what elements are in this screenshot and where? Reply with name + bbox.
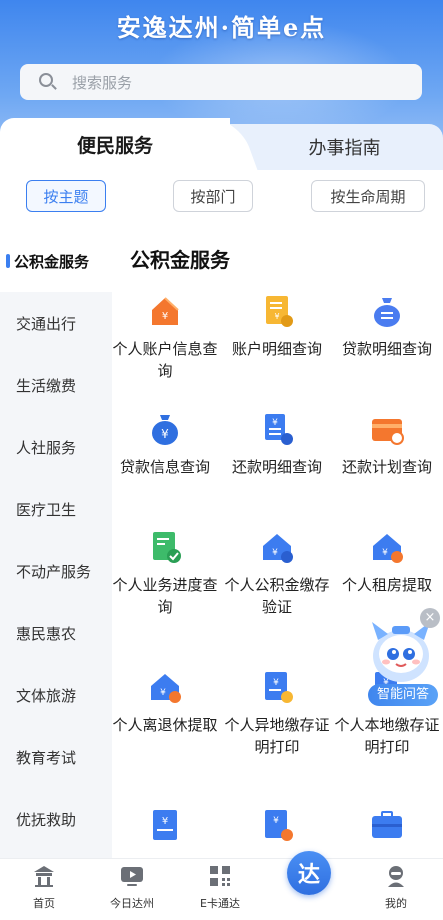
sidebar-item-transport[interactable]: 交通出行 xyxy=(0,292,112,354)
main-tabs: 办事指南 便民服务 xyxy=(0,118,443,170)
moneybag-yuan-icon: ¥ xyxy=(152,415,178,445)
section-title: 公积金服务 xyxy=(130,248,230,272)
sidebar-item-medical[interactable]: 医疗卫生 xyxy=(0,478,112,540)
briefcase-icon xyxy=(372,811,402,838)
tab-guide[interactable]: 办事指南 xyxy=(230,124,443,170)
user-profile-icon xyxy=(388,866,404,887)
receipt-icon: ¥ xyxy=(266,296,293,327)
doc-yuan-icon: ¥ xyxy=(153,810,177,840)
service-label: 个人异地缴存证明打印 xyxy=(224,716,330,756)
sidebar-item-relief[interactable]: 优抚救助 xyxy=(0,788,112,850)
slogan: 安逸达州·简单e点 xyxy=(116,13,327,42)
sidebar-item-real-estate[interactable]: 不动产服务 xyxy=(0,540,112,602)
service-item[interactable]: ¥ 还款明细查询 xyxy=(222,410,332,478)
service-label: 还款计划查询 xyxy=(341,458,432,476)
nav-center-button[interactable]: 达 xyxy=(287,851,331,895)
house-verify-icon: ¥ xyxy=(263,534,293,563)
repay-detail-icon: ¥ xyxy=(265,414,293,445)
doc-print-icon: ¥ xyxy=(265,672,293,703)
svg-text:¥: ¥ xyxy=(273,678,279,688)
tab-services-label: 便民服务 xyxy=(76,134,153,157)
svg-text:¥: ¥ xyxy=(272,418,278,428)
service-item[interactable]: ¥ xyxy=(222,806,332,852)
service-label: 个人公积金缴存验证 xyxy=(224,576,330,616)
search-icon xyxy=(38,72,58,92)
service-item[interactable]: ¥ 个人异地缴存证明打印 xyxy=(222,668,332,758)
service-item[interactable]: ¥ 个人账户信息查询 xyxy=(110,292,220,382)
house-yuan-icon: ¥ xyxy=(152,297,179,325)
doc-check-icon xyxy=(153,532,181,563)
service-item[interactable]: 贷款明细查询 xyxy=(332,292,442,360)
tab-services[interactable]: 便民服务 xyxy=(0,118,230,170)
service-item[interactable]: ¥ 个人公积金缴存验证 xyxy=(222,528,332,618)
svg-text:¥: ¥ xyxy=(161,427,169,441)
sidebar-item-culture-tourism[interactable]: 文体旅游 xyxy=(0,664,112,726)
svg-text:¥: ¥ xyxy=(272,548,278,558)
nav-mine-label: 我的 xyxy=(385,897,407,910)
service-label: 贷款明细查询 xyxy=(341,340,432,358)
home-pavilion-icon xyxy=(34,866,54,887)
svg-text:¥: ¥ xyxy=(382,548,388,558)
service-label: 个人离退休提取 xyxy=(112,716,218,734)
svg-text:¥: ¥ xyxy=(162,311,168,322)
sidebar-item-housing-fund[interactable]: 公积金服务 xyxy=(0,230,112,292)
search-placeholder: 搜索服务 xyxy=(72,73,133,92)
nav-today-label: 今日达州 xyxy=(110,897,154,910)
service-item[interactable] xyxy=(332,806,442,852)
service-label: 账户明细查询 xyxy=(231,340,322,358)
house-rent-icon: ¥ xyxy=(373,534,403,563)
house-retire-icon: ¥ xyxy=(151,674,181,703)
assistant-close-button[interactable]: × xyxy=(420,608,440,628)
moneybag-list-icon xyxy=(374,298,400,327)
service-item[interactable]: 还款计划查询 xyxy=(332,410,442,478)
nav-today[interactable]: 今日达州 xyxy=(92,863,172,911)
service-item[interactable]: 个人业务进度查询 xyxy=(110,528,220,618)
nav-home-label: 首页 xyxy=(33,897,55,910)
sidebar-item-education[interactable]: 教育考试 xyxy=(0,726,112,788)
service-item[interactable]: ¥ 个人离退休提取 xyxy=(110,668,220,736)
sidebar-item-agriculture[interactable]: 惠民惠农 xyxy=(0,602,112,664)
filter-by-theme[interactable]: 按主题 xyxy=(26,180,106,212)
service-item[interactable]: ¥ 贷款信息查询 xyxy=(110,410,220,478)
qr-code-icon xyxy=(210,866,230,886)
service-item[interactable]: ¥ xyxy=(110,806,220,852)
filter-by-lifecycle[interactable]: 按生命周期 xyxy=(311,180,425,212)
service-label: 贷款信息查询 xyxy=(119,458,210,476)
nav-ecard-label: E卡通达 xyxy=(200,897,240,910)
nav-mine[interactable]: 我的 xyxy=(356,863,436,911)
service-item[interactable]: ¥ 个人租房提取 xyxy=(332,528,442,596)
service-label: 个人租房提取 xyxy=(341,576,432,594)
service-label: 个人业务进度查询 xyxy=(112,576,218,616)
assistant-label: 智能问答 xyxy=(368,684,438,706)
doc-seal-icon: ¥ xyxy=(265,810,293,841)
card-plan-icon xyxy=(372,419,404,445)
filter-bar: 按主题 按部门 按生命周期 xyxy=(0,180,443,214)
service-label: 个人账户信息查询 xyxy=(112,340,218,380)
nav-home[interactable]: 首页 xyxy=(4,863,84,911)
service-item[interactable]: ¥ 账户明细查询 xyxy=(222,292,332,360)
tv-icon xyxy=(121,867,143,886)
sidebar-item-social-security[interactable]: 人社服务 xyxy=(0,416,112,478)
service-label: 还款明细查询 xyxy=(231,458,322,476)
svg-text:¥: ¥ xyxy=(274,312,279,321)
nav-ecard[interactable]: E卡通达 xyxy=(180,863,260,911)
assistant-widget[interactable]: × 智能问答 xyxy=(366,608,440,708)
svg-text:¥: ¥ xyxy=(162,816,168,827)
sidebar-item-utilities[interactable]: 生活缴费 xyxy=(0,354,112,416)
svg-text:¥: ¥ xyxy=(160,688,166,698)
service-label: 个人本地缴存证明打印 xyxy=(334,716,440,756)
svg-text:¥: ¥ xyxy=(273,816,279,826)
filter-by-department[interactable]: 按部门 xyxy=(173,180,253,212)
search-bar[interactable]: 搜索服务 xyxy=(20,64,422,100)
category-sidebar: 公积金服务 交通出行 生活缴费 人社服务 医疗卫生 不动产服务 惠民惠农 文体旅… xyxy=(0,230,112,870)
bottom-nav: 首页 今日达州 E卡通达 达 我的 xyxy=(0,851,443,920)
